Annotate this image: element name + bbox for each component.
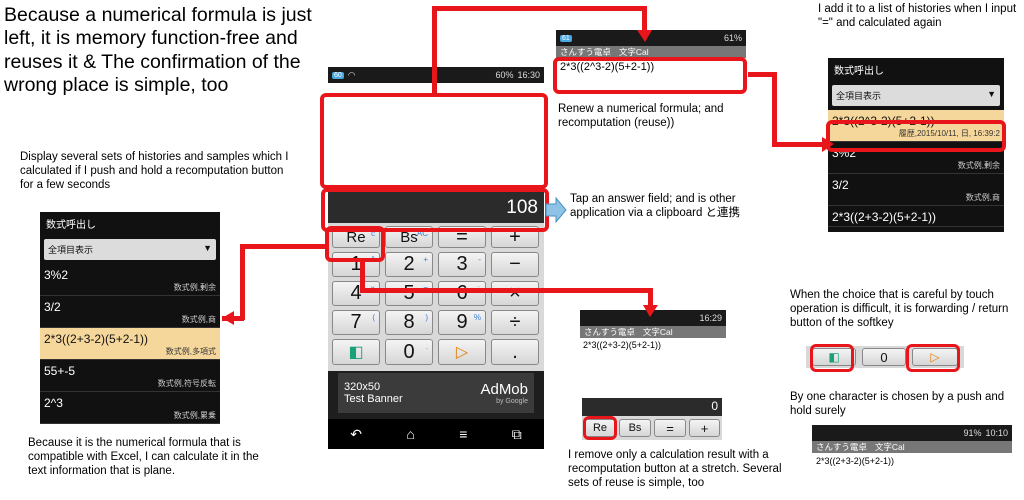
arrow-head — [637, 30, 652, 42]
arrow-head — [822, 137, 834, 152]
clipboard-arrow-icon — [545, 196, 567, 224]
arrow-head — [222, 311, 234, 325]
arrow-head — [643, 305, 658, 317]
arrow-heads — [222, 30, 834, 325]
